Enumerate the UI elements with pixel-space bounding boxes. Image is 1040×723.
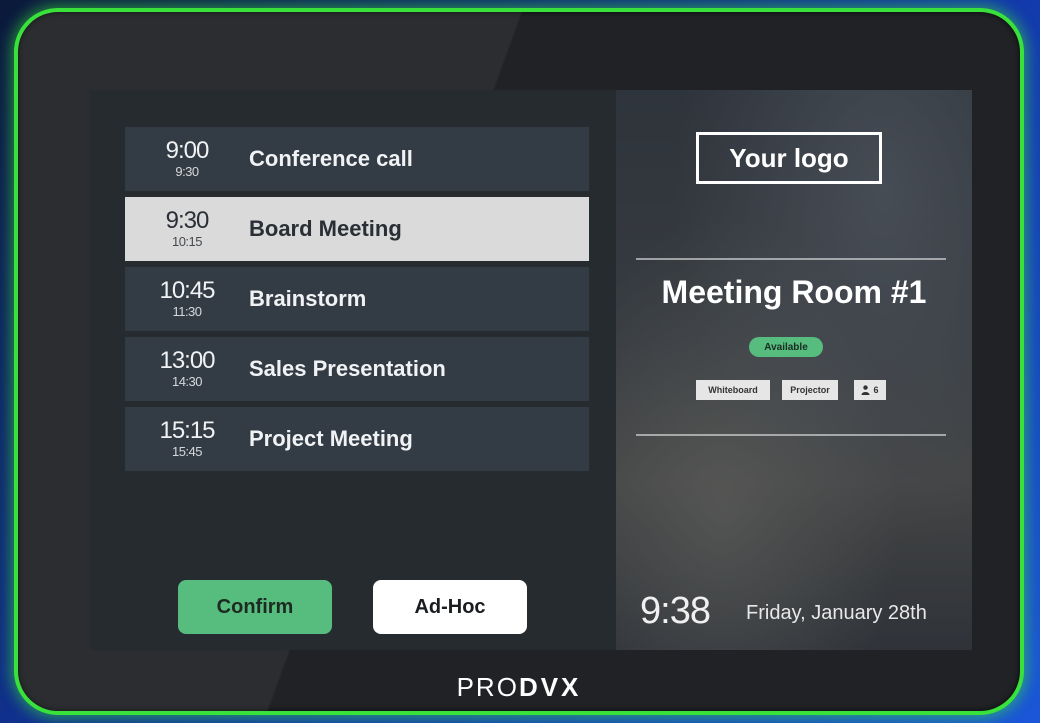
meeting-row[interactable]: 9:00 9:30 Conference call bbox=[125, 127, 589, 191]
meeting-end-time: 11:30 bbox=[172, 304, 202, 319]
time-block: 10:45 11:30 bbox=[125, 267, 249, 331]
meeting-title: Board Meeting bbox=[249, 216, 402, 241]
time-block: 9:00 9:30 bbox=[125, 127, 249, 191]
meeting-end-time: 14:30 bbox=[171, 374, 203, 389]
schedule-panel: 9:00 9:30 Conference call 9:30 10:15 Boa… bbox=[90, 90, 616, 650]
meeting-start-time: 9:00 bbox=[165, 137, 210, 164]
brand-logo: PRODVX bbox=[18, 672, 1020, 703]
divider bbox=[636, 258, 946, 260]
current-time: 9:38 bbox=[640, 590, 711, 632]
amenity-tag: Projector bbox=[782, 380, 838, 400]
meeting-start-time: 9:30 bbox=[165, 207, 210, 234]
meeting-title: Conference call bbox=[249, 146, 413, 171]
tablet-device: 9:00 9:30 Conference call 9:30 10:15 Boa… bbox=[14, 8, 1024, 715]
time-block: 15:15 15:45 bbox=[125, 407, 249, 471]
meeting-start-time: 13:00 bbox=[159, 347, 215, 374]
brand-suffix: DVX bbox=[518, 672, 582, 702]
meeting-title: Brainstorm bbox=[249, 286, 367, 311]
room-name: Meeting Room #1 bbox=[661, 274, 927, 310]
meeting-title: Project Meeting bbox=[249, 426, 413, 451]
status-badge: Available bbox=[749, 337, 823, 357]
meeting-row[interactable]: 15:15 15:45 Project Meeting bbox=[125, 407, 589, 471]
meeting-row[interactable]: 10:45 11:30 Brainstorm bbox=[125, 267, 589, 331]
logo-placeholder: Your logo bbox=[696, 132, 882, 184]
meeting-title: Sales Presentation bbox=[249, 356, 446, 381]
meeting-row-selected[interactable]: 9:30 10:15 Board Meeting bbox=[125, 197, 589, 261]
person-icon bbox=[861, 385, 870, 395]
meeting-end-time: 10:15 bbox=[171, 234, 203, 249]
room-booking-screen: 9:00 9:30 Conference call 9:30 10:15 Boa… bbox=[90, 90, 972, 650]
adhoc-button[interactable]: Ad-Hoc bbox=[373, 580, 527, 634]
time-block: 13:00 14:30 bbox=[125, 337, 249, 401]
room-info-panel: Your logo Meeting Room #1 Available Whit… bbox=[616, 90, 972, 650]
amenity-tag: Whiteboard bbox=[696, 380, 770, 400]
capacity-count: 6 bbox=[873, 385, 879, 395]
meeting-start-time: 10:45 bbox=[159, 277, 215, 304]
divider bbox=[636, 434, 946, 436]
brand-prefix: PRO bbox=[456, 672, 519, 702]
current-date: Friday, January 28th bbox=[746, 602, 927, 624]
time-block: 9:30 10:15 bbox=[125, 197, 249, 261]
confirm-button[interactable]: Confirm bbox=[178, 580, 332, 634]
meeting-start-time: 15:15 bbox=[159, 417, 215, 444]
meeting-row[interactable]: 13:00 14:30 Sales Presentation bbox=[125, 337, 589, 401]
action-buttons: Confirm Ad-Hoc bbox=[178, 580, 530, 636]
meeting-end-time: 15:45 bbox=[171, 444, 203, 459]
capacity-tag: 6 bbox=[854, 380, 886, 400]
meeting-end-time: 9:30 bbox=[175, 164, 199, 179]
meeting-list: 9:00 9:30 Conference call 9:30 10:15 Boa… bbox=[125, 127, 589, 477]
